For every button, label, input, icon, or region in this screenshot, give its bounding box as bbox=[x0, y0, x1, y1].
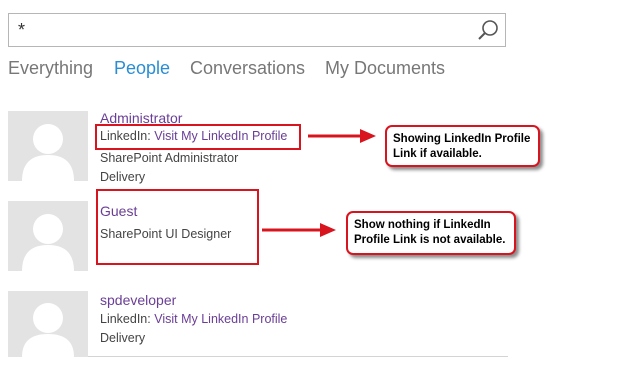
tab-people[interactable]: People bbox=[114, 58, 170, 79]
guest-highlight-box bbox=[96, 189, 259, 265]
search-icon[interactable] bbox=[477, 19, 499, 41]
search-box bbox=[8, 13, 506, 47]
department: Delivery bbox=[100, 331, 146, 345]
linkedin-label: LinkedIn: bbox=[100, 312, 155, 326]
person-name[interactable]: spdeveloper bbox=[100, 292, 176, 308]
annotation-callout: Show nothing if LinkedIn Profile Link is… bbox=[346, 211, 516, 255]
linkedin-highlight-box bbox=[95, 124, 301, 150]
avatar[interactable] bbox=[8, 111, 88, 181]
person-silhouette-icon bbox=[22, 214, 74, 271]
avatar[interactable] bbox=[8, 201, 88, 271]
search-input[interactable] bbox=[9, 14, 469, 46]
arrow-right-icon bbox=[262, 223, 336, 237]
person-silhouette-icon bbox=[22, 303, 74, 357]
linkedin-line: LinkedIn: Visit My LinkedIn Profile bbox=[100, 312, 287, 326]
job-title: SharePoint Administrator bbox=[100, 151, 239, 165]
linkedin-profile-link[interactable]: Visit My LinkedIn Profile bbox=[154, 312, 287, 326]
people-result: spdeveloper LinkedIn: Visit My LinkedIn … bbox=[8, 289, 508, 357]
tab-everything[interactable]: Everything bbox=[8, 58, 93, 79]
annotation-callout: Showing LinkedIn Profile Link if availab… bbox=[385, 125, 540, 167]
tab-my-documents[interactable]: My Documents bbox=[325, 58, 445, 79]
avatar[interactable] bbox=[8, 291, 88, 357]
person-silhouette-icon bbox=[22, 124, 74, 181]
arrow-right-icon bbox=[308, 129, 376, 143]
department: Delivery bbox=[100, 170, 146, 184]
tab-conversations[interactable]: Conversations bbox=[190, 58, 305, 79]
